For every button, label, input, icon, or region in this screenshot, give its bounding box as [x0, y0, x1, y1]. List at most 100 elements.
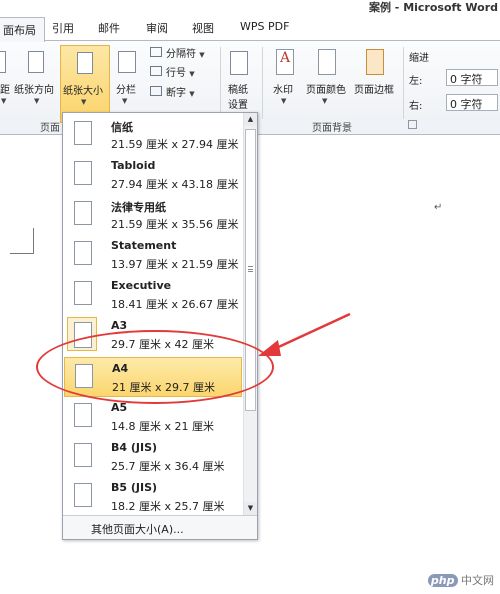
- ribbon-separator: [220, 47, 221, 119]
- watermark-icon: A: [276, 49, 294, 75]
- paper-page-icon: [74, 161, 92, 185]
- paper-size-name: Tabloid: [111, 159, 156, 172]
- line-numbers-chevron-icon: ▼: [189, 70, 195, 78]
- page-color-label: 页面颜色: [306, 85, 346, 96]
- page-color-button[interactable]: 页面颜色: [306, 81, 346, 96]
- annotation-ellipse: [36, 330, 274, 404]
- scroll-grip-icon: [248, 266, 253, 272]
- paper-size-name: 法律专用纸: [111, 201, 166, 214]
- hyphenation-button[interactable]: 断字 ▼: [166, 84, 195, 99]
- paper-page-icon: [74, 121, 92, 145]
- line-numbers-button[interactable]: 行号 ▼: [166, 64, 195, 79]
- orientation-icon: [28, 51, 44, 73]
- paper-size-name: A5: [111, 401, 128, 414]
- tab-view[interactable]: 视图: [192, 20, 214, 36]
- margins-button[interactable]: 距: [0, 81, 10, 96]
- paper-size-dims: 18.2 厘米 x 25.7 厘米: [111, 500, 225, 513]
- page-background-group-label: 页面背景: [312, 123, 352, 134]
- paper-page-icon: [74, 241, 92, 265]
- paper-size-item[interactable]: Executive 18.41 厘米 x 26.67 厘米: [64, 275, 242, 315]
- paper-size-item[interactable]: 法律专用纸 21.59 厘米 x 35.56 厘米: [64, 195, 242, 235]
- indent-left-label: 左:: [409, 76, 423, 87]
- hyphenation-label: 断字: [166, 88, 186, 99]
- margins-chevron-icon: ▼: [1, 97, 7, 105]
- logo-badge: php: [427, 574, 458, 587]
- paper-size-dims: 14.8 厘米 x 21 厘米: [111, 420, 214, 433]
- paper-size-name: B5 (JIS): [111, 481, 158, 494]
- columns-label: 分栏: [116, 85, 136, 96]
- paper-size-name: 信纸: [111, 121, 133, 134]
- paper-size-name: B4 (JIS): [111, 441, 158, 454]
- manuscript-icon: [230, 51, 248, 75]
- hyphenation-chevron-icon: ▼: [189, 90, 195, 98]
- paper-size-icon: [77, 52, 93, 74]
- scroll-up-arrow-icon[interactable]: ▲: [244, 113, 257, 126]
- site-logo: php 中文网: [427, 572, 494, 588]
- paper-size-list: 信纸 21.59 厘米 x 27.94 厘米 Tabloid 27.94 厘米 …: [63, 113, 243, 515]
- indent-right-label: 右:: [409, 101, 423, 112]
- paper-size-dims: 18.41 厘米 x 26.67 厘米: [111, 298, 239, 311]
- paper-size-name: Statement: [111, 239, 177, 252]
- watermark-chevron-icon: ▼: [281, 97, 287, 105]
- paper-size-name: Executive: [111, 279, 172, 292]
- orientation-chevron-icon: ▼: [34, 97, 40, 105]
- manuscript-label-1: 稿纸: [228, 85, 248, 96]
- page-setup-group-label: 页面: [40, 123, 60, 134]
- paper-page-icon: [74, 483, 92, 507]
- manuscript-label-2: 设置: [228, 100, 248, 111]
- line-numbers-label: 行号: [166, 68, 186, 79]
- paper-size-item[interactable]: 信纸 21.59 厘米 x 27.94 厘米: [64, 115, 242, 155]
- page-borders-button[interactable]: 页面边框: [354, 81, 394, 96]
- paper-size-dims: 21.59 厘米 x 27.94 厘米: [111, 138, 239, 151]
- more-paper-sizes-item[interactable]: 其他页面大小(A)...: [63, 515, 257, 539]
- paper-size-chevron-icon: ▼: [81, 98, 87, 106]
- tab-references[interactable]: 引用: [52, 20, 74, 36]
- page-corner-mark: [10, 228, 34, 254]
- line-numbers-icon: [150, 66, 162, 76]
- breaks-icon: [150, 47, 162, 57]
- paper-size-dims: 21.59 厘米 x 35.56 厘米: [111, 218, 239, 231]
- dropdown-scrollbar[interactable]: ▲ ▼: [243, 113, 257, 515]
- tab-review[interactable]: 审阅: [146, 20, 168, 36]
- breaks-chevron-icon: ▼: [199, 51, 205, 59]
- paper-size-dims: 27.94 厘米 x 43.18 厘米: [111, 178, 239, 191]
- page-color-icon: [318, 49, 336, 75]
- manuscript-button[interactable]: 稿纸: [228, 81, 248, 96]
- columns-icon: [118, 51, 136, 73]
- watermark-label: 水印: [273, 85, 293, 96]
- paper-page-icon: [74, 443, 92, 467]
- margins-label: 距: [0, 85, 10, 96]
- more-paper-sizes-label: 其他页面大小(A)...: [91, 523, 184, 536]
- breaks-button[interactable]: 分隔符 ▼: [166, 45, 205, 60]
- window-title: 案例 - Microsoft Word: [368, 1, 498, 14]
- tab-wps-pdf[interactable]: WPS PDF: [240, 20, 289, 33]
- paper-size-item[interactable]: Tabloid 27.94 厘米 x 43.18 厘米: [64, 155, 242, 195]
- breaks-label: 分隔符: [166, 49, 196, 60]
- orientation-button[interactable]: 纸张方向: [14, 81, 54, 96]
- paper-size-item[interactable]: B5 (JIS) 18.2 厘米 x 25.7 厘米: [64, 477, 242, 515]
- paper-size-name: A3: [111, 319, 128, 332]
- page-borders-label: 页面边框: [354, 85, 394, 96]
- indent-right-input[interactable]: 0 字符: [446, 94, 498, 111]
- columns-button[interactable]: 分栏: [116, 81, 136, 96]
- hyphenation-icon: [150, 86, 162, 96]
- paper-page-icon: [74, 403, 92, 427]
- columns-chevron-icon: ▼: [122, 97, 128, 105]
- logo-suffix: 中文网: [461, 574, 494, 587]
- tab-mailings[interactable]: 邮件: [98, 20, 120, 36]
- page-color-chevron-icon: ▼: [322, 97, 328, 105]
- ribbon-separator: [403, 47, 404, 119]
- paragraph-mark-icon: ↵: [434, 202, 443, 213]
- title-bar: 案例 - Microsoft Word: [0, 0, 500, 16]
- margins-icon: [0, 51, 6, 73]
- page-borders-icon: [366, 49, 384, 75]
- paper-size-item[interactable]: B4 (JIS) 25.7 厘米 x 36.4 厘米: [64, 437, 242, 477]
- tab-page-layout[interactable]: 面布局: [0, 17, 45, 42]
- watermark-button[interactable]: 水印: [273, 81, 293, 96]
- indent-left-input[interactable]: 0 字符: [446, 69, 498, 86]
- paper-size-label: 纸张大小: [63, 86, 103, 97]
- scroll-down-arrow-icon[interactable]: ▼: [244, 502, 257, 515]
- paper-page-icon: [74, 201, 92, 225]
- dialog-launcher-icon[interactable]: [408, 120, 417, 129]
- paper-size-item[interactable]: Statement 13.97 厘米 x 21.59 厘米: [64, 235, 242, 275]
